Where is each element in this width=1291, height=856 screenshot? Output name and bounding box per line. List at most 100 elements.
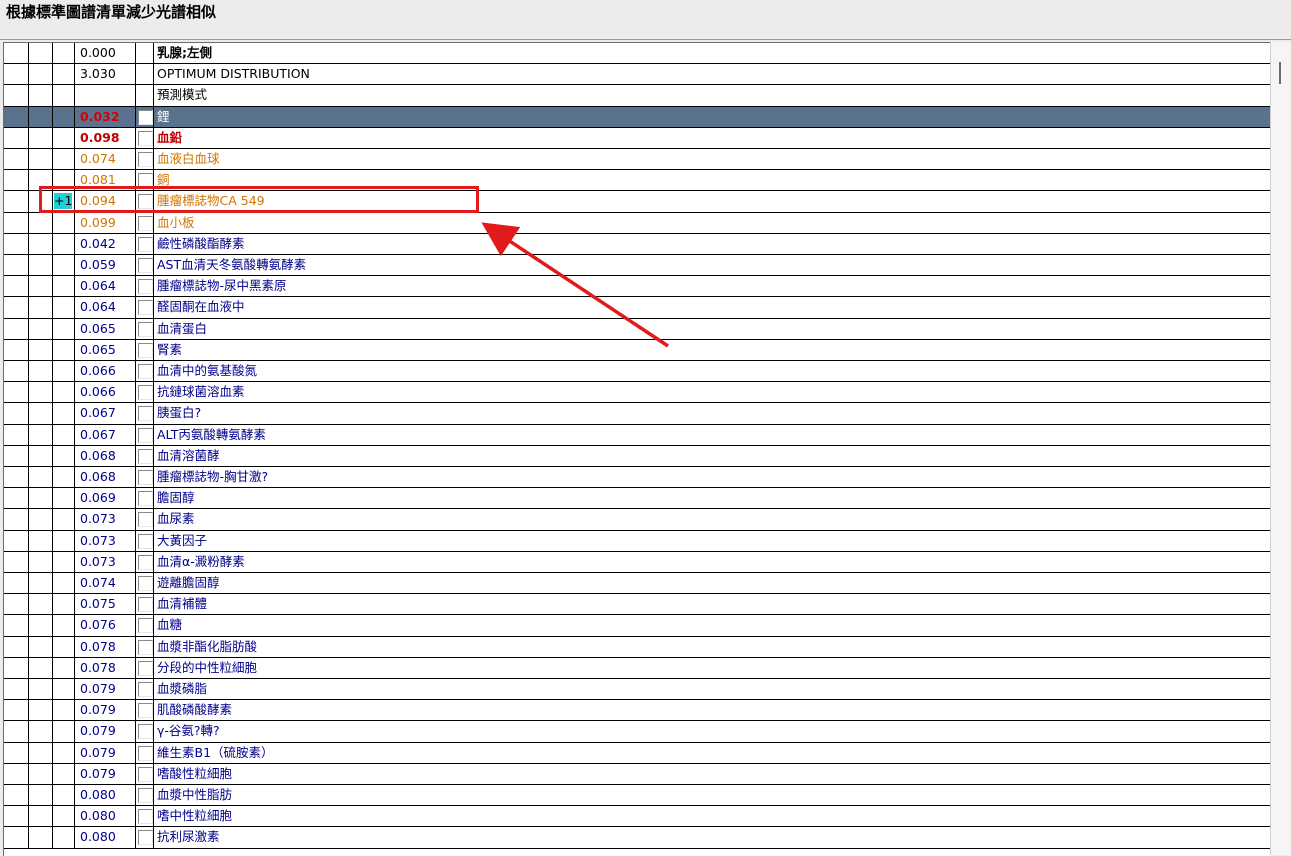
table-row[interactable]: 0.080 嗜中性粒細胞	[4, 806, 1271, 828]
row-name: 血清α-澱粉酵素	[157, 553, 245, 569]
table-row[interactable]: 0.080 抗利尿激素	[4, 827, 1271, 849]
table-row[interactable]: 0.098 血鉛	[4, 127, 1271, 149]
row-checkbox[interactable]	[138, 618, 153, 634]
row-cell-0	[4, 339, 29, 360]
row-checkbox[interactable]	[138, 470, 153, 485]
row-checkbox[interactable]	[138, 724, 153, 740]
table-row[interactable]: 0.074 血液白血球	[4, 149, 1271, 171]
table-row[interactable]: 0.078 分段的中性粒細胞	[4, 657, 1271, 679]
row-name: 肌酸磷酸酵素	[157, 702, 233, 718]
table-row[interactable]: 0.069 膽固醇	[4, 488, 1271, 510]
table-row[interactable]: 0.042 鹼性磷酸酯酵素	[4, 233, 1271, 255]
row-cell-0	[4, 763, 29, 784]
row-checkbox[interactable]	[138, 342, 153, 358]
table-row[interactable]: 0.067 胰蛋白?	[4, 403, 1271, 425]
row-checkbox[interactable]	[138, 809, 153, 825]
row-checkbox[interactable]	[138, 152, 153, 167]
table-row[interactable]: 0.066 抗鏈球菌溶血素	[4, 382, 1271, 404]
table-row[interactable]: 0.068 腫瘤標誌物-胸甘激?	[4, 467, 1271, 489]
row-checkbox[interactable]	[138, 385, 153, 401]
vertical-scrollbar[interactable]	[1270, 42, 1291, 855]
row-checkbox[interactable]	[138, 682, 153, 697]
row-checkbox[interactable]	[138, 279, 153, 295]
table-row[interactable]: 0.080 血漿中性脂肪	[4, 785, 1271, 807]
row-checkbox[interactable]	[138, 788, 153, 803]
row-checkbox[interactable]	[138, 597, 153, 613]
table-row[interactable]: 0.065 血清蛋白	[4, 318, 1271, 340]
row-cell-2	[53, 827, 75, 848]
row-checkbox[interactable]	[138, 554, 153, 570]
row-value: 0.080	[75, 827, 136, 848]
row-cell-2	[53, 212, 75, 233]
table-row[interactable]: 0.079 血漿磷脂	[4, 679, 1271, 701]
row-value: 0.079	[75, 742, 136, 763]
row-checkbox[interactable]	[138, 533, 153, 549]
table-row[interactable]: 0.099 血小板	[4, 212, 1271, 234]
row-checkbox[interactable]	[138, 576, 153, 591]
row-checkbox[interactable]	[138, 766, 153, 782]
table-row[interactable]: 0.079 肌酸磷酸酵素	[4, 700, 1271, 722]
table-row[interactable]: 0.074 遊離膽固醇	[4, 573, 1271, 595]
row-checkbox[interactable]	[138, 215, 153, 231]
title-divider	[0, 39, 1291, 40]
table-row[interactable]: 0.065 腎素	[4, 339, 1271, 361]
table-row[interactable]: 3.030 OPTIMUM DISTRIBUTION	[4, 64, 1271, 86]
table-row[interactable]: 0.073 血尿素	[4, 509, 1271, 531]
row-cell-1	[29, 573, 53, 594]
results-grid[interactable]: 0.000 乳腺;左側 3.030 OPTIMUM DISTRIBUTION 預測模式 0…	[3, 42, 1271, 856]
row-value: 0.079	[75, 679, 136, 700]
scrollbar-thumb[interactable]	[1279, 62, 1281, 84]
row-checkbox[interactable]	[138, 406, 153, 422]
row-checkbox[interactable]	[138, 364, 153, 379]
row-checkbox[interactable]	[138, 236, 153, 252]
row-value: 0.065	[75, 318, 136, 339]
table-row[interactable]: 0.068 血清溶菌酵	[4, 445, 1271, 467]
row-checkbox[interactable]	[138, 300, 153, 316]
row-cell-1	[29, 43, 53, 64]
row-checkbox[interactable]	[138, 512, 153, 528]
row-checkbox[interactable]	[138, 109, 153, 125]
table-row[interactable]: 0.032 鋰	[4, 106, 1271, 128]
row-checkbox[interactable]	[138, 491, 153, 507]
row-cell-0	[4, 615, 29, 636]
row-checkbox[interactable]	[138, 830, 153, 846]
row-checkbox[interactable]	[138, 427, 153, 443]
table-row[interactable]: 0.075 血清補體	[4, 594, 1271, 616]
row-cell-0	[4, 424, 29, 445]
table-row[interactable]: 預測模式	[4, 85, 1271, 107]
table-row[interactable]: 0.078 血漿非酯化脂肪酸	[4, 636, 1271, 658]
row-checkbox[interactable]	[138, 639, 153, 655]
table-row[interactable]: 0.079 嗜酸性粒細胞	[4, 763, 1271, 785]
table-row[interactable]: 0.000 乳腺;左側	[4, 43, 1271, 65]
row-checkbox[interactable]	[138, 258, 153, 273]
row-checkbox[interactable]	[138, 130, 153, 146]
row-checkbox[interactable]	[138, 703, 153, 719]
table-row[interactable]: 0.076 血糖	[4, 615, 1271, 637]
table-row[interactable]: 0.066 血清中的氨基酸氮	[4, 361, 1271, 383]
table-row[interactable]: 0.079 γ-谷氨?轉?	[4, 721, 1271, 743]
row-checkbox[interactable]	[138, 745, 153, 761]
table-row[interactable]: 0.067 ALT丙氨酸轉氨酵素	[4, 424, 1271, 446]
table-row[interactable]: 0.073 血清α-澱粉酵素	[4, 551, 1271, 573]
row-checkbox[interactable]	[138, 321, 153, 337]
row-cell-0	[4, 403, 29, 424]
row-checkbox[interactable]	[138, 660, 153, 676]
row-cell-1	[29, 488, 53, 509]
row-value: 0.076	[75, 615, 136, 636]
checkbox-cell	[136, 64, 154, 85]
row-cell-1	[29, 445, 53, 466]
row-name: 嗜酸性粒細胞	[157, 765, 233, 781]
table-row[interactable]: 0.073 大黃因子	[4, 530, 1271, 552]
table-row[interactable]: 0.064 醛固酮在血液中	[4, 297, 1271, 319]
row-name: OPTIMUM DISTRIBUTION	[157, 66, 310, 82]
table-row[interactable]: 0.079 維生素B1（硫胺素）	[4, 742, 1271, 764]
row-name: ALT丙氨酸轉氨酵素	[157, 426, 266, 442]
row-name: 血鉛	[157, 129, 183, 145]
row-checkbox[interactable]	[138, 448, 153, 464]
table-row[interactable]: 0.064 腫瘤標誌物-尿中黑素原	[4, 276, 1271, 298]
row-cell-1	[29, 403, 53, 424]
row-value: 0.078	[75, 636, 136, 657]
row-cell-2	[53, 721, 75, 742]
table-row[interactable]: 0.059 AST血清天冬氨酸轉氨酵素	[4, 255, 1271, 277]
row-name: 鋰	[157, 108, 170, 124]
